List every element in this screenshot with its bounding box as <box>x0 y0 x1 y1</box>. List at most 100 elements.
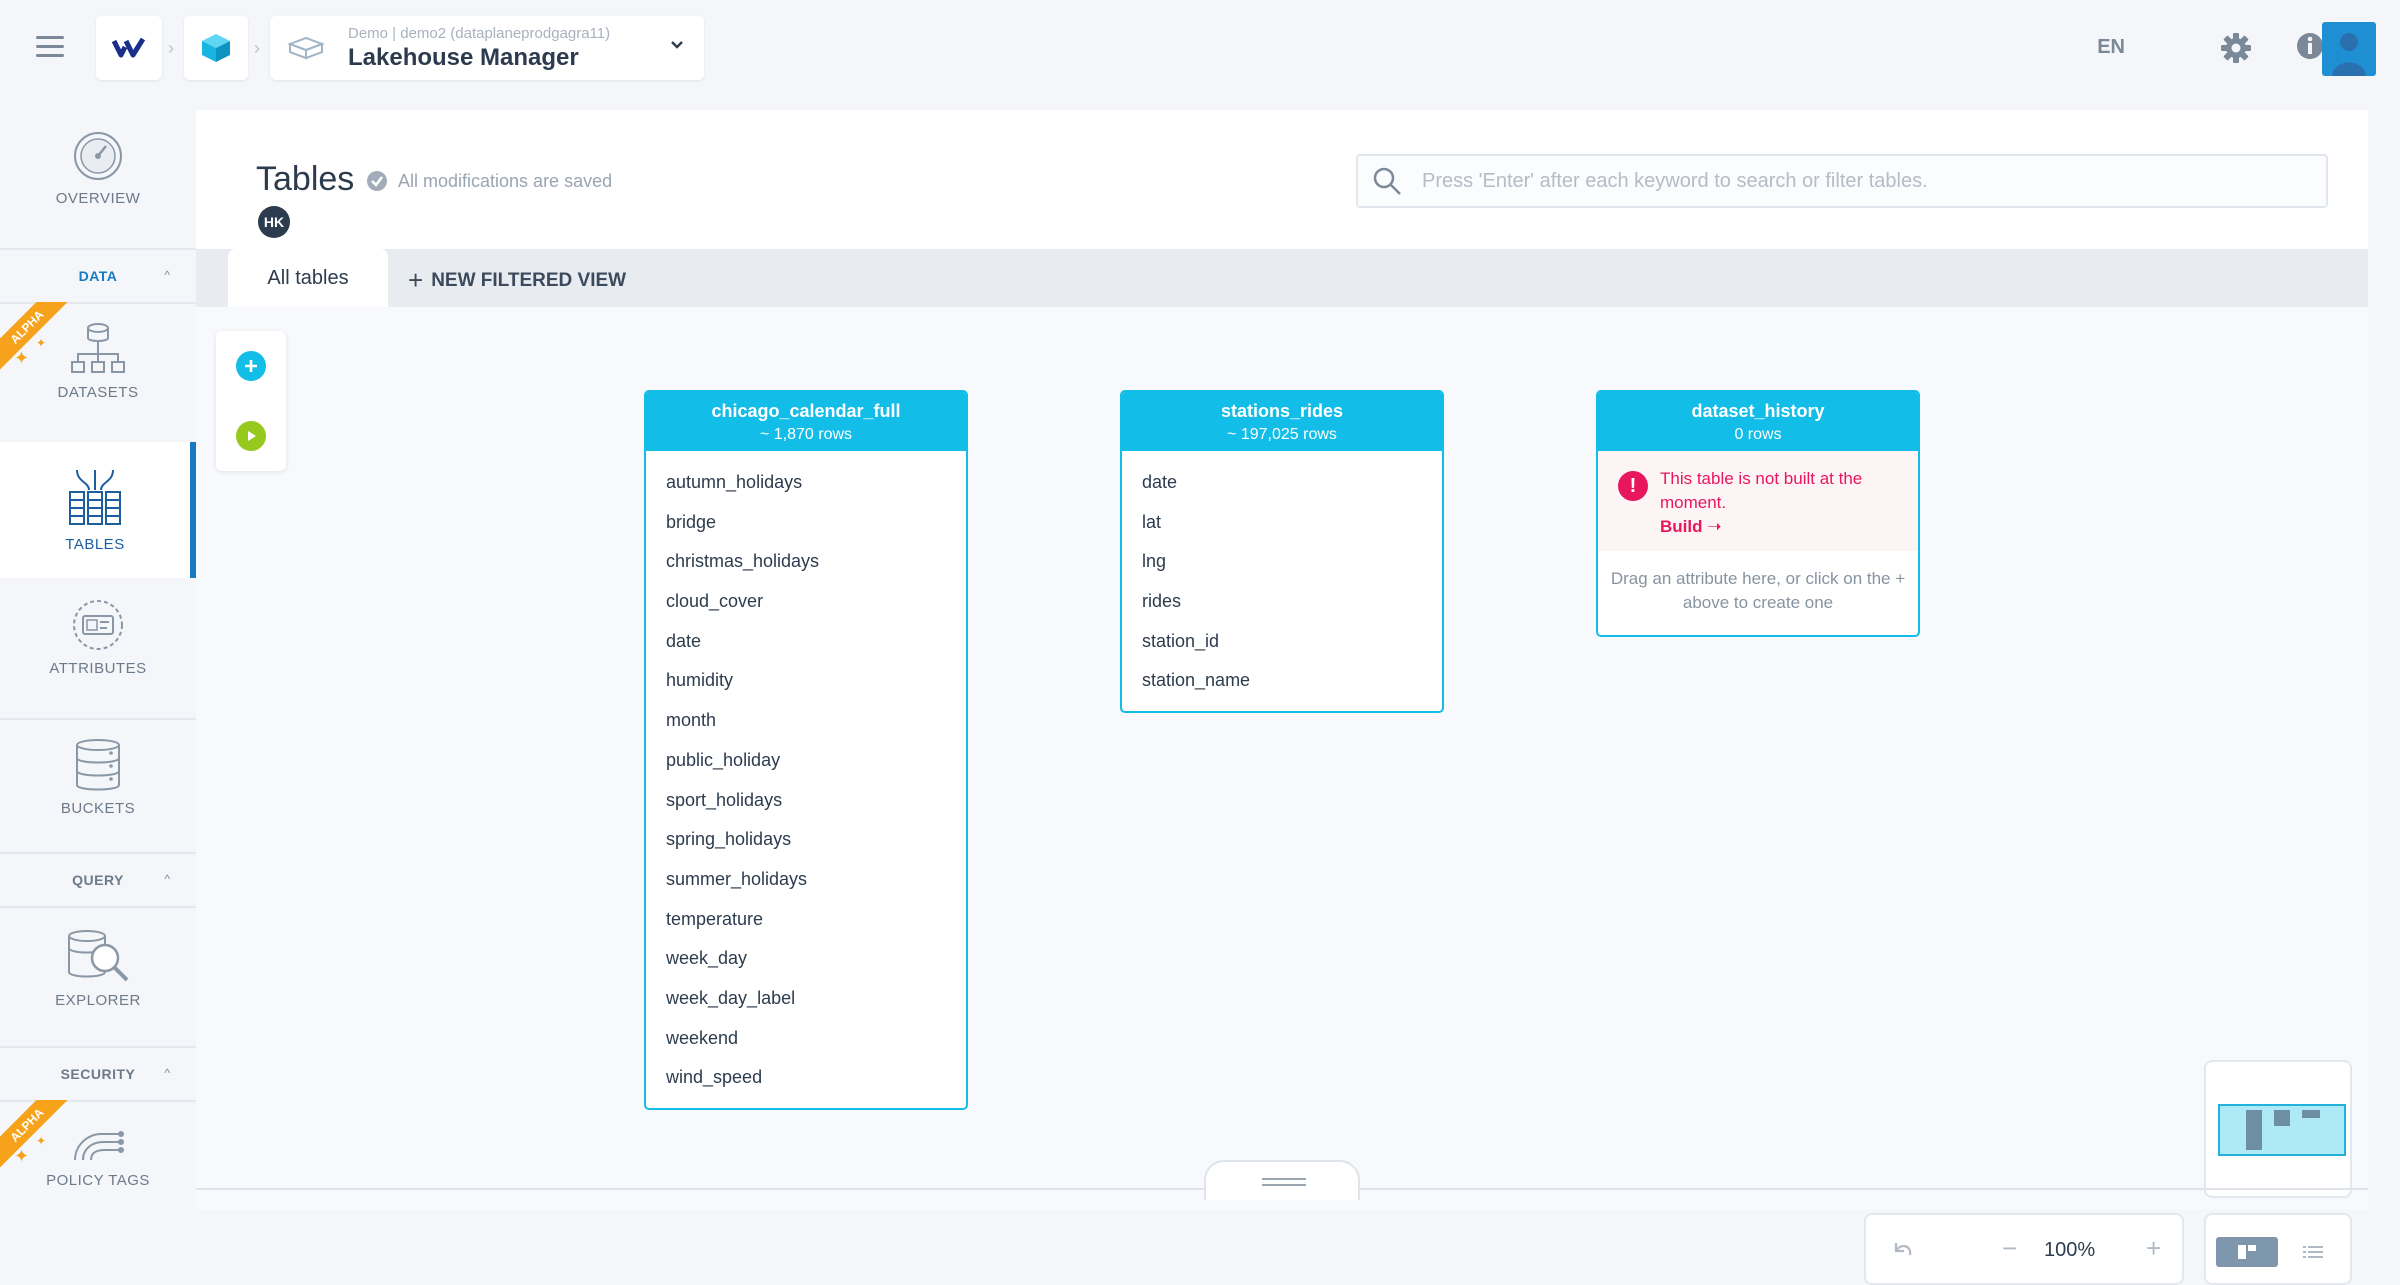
table-card-dataset-history[interactable]: dataset_history 0 rows ! This table is n… <box>1596 390 1920 637</box>
database-stack-icon <box>76 739 120 791</box>
build-label: Build <box>1660 517 1703 536</box>
table-card-header[interactable]: chicago_calendar_full ~ 1,870 rows <box>646 392 966 451</box>
table-column[interactable]: lat <box>1122 503 1442 543</box>
sidebar-item-buckets[interactable]: BUCKETS <box>0 738 196 856</box>
table-column[interactable]: date <box>646 622 966 662</box>
table-column[interactable]: week_day <box>646 939 966 979</box>
list-view-button[interactable] <box>2282 1237 2344 1267</box>
language-selector[interactable]: EN <box>2097 36 2125 59</box>
build-all-button[interactable] <box>236 421 266 451</box>
table-column[interactable]: rides <box>1122 582 1442 622</box>
minimap[interactable] <box>2204 1060 2352 1198</box>
section-header-security[interactable]: SECURITY ^ <box>0 1048 196 1100</box>
table-column[interactable]: cloud_cover <box>646 582 966 622</box>
table-column[interactable]: public_holiday <box>646 741 966 781</box>
table-column[interactable]: station_name <box>1122 661 1442 701</box>
table-column[interactable]: christmas_holidays <box>646 542 966 582</box>
table-row-count: 0 rows <box>1734 426 1782 443</box>
table-column[interactable]: weekend <box>646 1019 966 1059</box>
breadcrumb-separator-icon: › <box>168 38 174 58</box>
table-column[interactable]: sport_holidays <box>646 781 966 821</box>
sidebar-item-label: BUCKETS <box>60 800 136 817</box>
alpha-label: ALPHA <box>0 1100 70 1170</box>
table-card-header[interactable]: stations_rides ~ 197,025 rows <box>1122 392 1442 451</box>
view-tabs: All tables + NEW FILTERED VIEW <box>196 249 2368 307</box>
warning-text: This table is not built at the moment. <box>1660 469 1863 512</box>
table-row-count: ~ 197,025 rows <box>1227 426 1337 443</box>
minimap-viewport[interactable] <box>2218 1104 2346 1156</box>
divider <box>0 906 196 908</box>
not-built-warning: ! This table is not built at the moment.… <box>1598 451 1918 551</box>
table-card-chicago-calendar-full[interactable]: chicago_calendar_full ~ 1,870 rows autum… <box>644 390 968 1110</box>
project-breadcrumb-button[interactable] <box>184 16 248 80</box>
tables-canvas[interactable]: chicago_calendar_full ~ 1,870 rows autum… <box>196 307 2368 1285</box>
view-toggle <box>2204 1213 2352 1285</box>
section-header-data[interactable]: DATA ^ <box>0 250 196 302</box>
build-link[interactable]: Build ➝ <box>1660 517 1904 537</box>
add-table-button[interactable] <box>236 351 266 381</box>
sidebar-item-attributes[interactable]: ATTRIBUTES <box>0 598 196 716</box>
lakehouse-icon <box>287 36 325 60</box>
zoom-out-button[interactable]: − <box>2002 1233 2017 1264</box>
table-column[interactable]: summer_holidays <box>646 860 966 900</box>
cube-icon <box>202 34 230 62</box>
diagram-view-button[interactable] <box>2216 1237 2278 1267</box>
sparkle-icon: ✦ <box>14 1146 30 1166</box>
zoom-controls: − 100% + <box>1864 1213 2184 1285</box>
sidebar-item-explorer[interactable]: EXPLORER <box>0 928 196 1046</box>
chevron-up-icon: ^ <box>164 268 170 282</box>
policy-tags-icon <box>74 1131 124 1161</box>
zoom-in-button[interactable]: + <box>2146 1233 2161 1264</box>
section-title: SECURITY <box>60 1066 136 1082</box>
undo-icon[interactable] <box>1890 1239 1914 1263</box>
menu-icon[interactable] <box>36 36 64 58</box>
new-filtered-view-button[interactable]: + NEW FILTERED VIEW <box>408 265 626 296</box>
brand-logo-icon <box>112 37 146 58</box>
zoom-level: 100% <box>2044 1239 2096 1261</box>
drop-hint-text: Drag an attribute here, or click on the … <box>1610 569 1906 612</box>
drag-handle-icon <box>1262 1178 1306 1180</box>
tab-all-tables[interactable]: All tables <box>228 249 388 307</box>
table-column[interactable]: humidity <box>646 661 966 701</box>
sparkle-icon: ✦ <box>36 336 47 350</box>
logo-home-button[interactable] <box>96 16 162 80</box>
table-column[interactable]: wind_speed <box>646 1058 966 1098</box>
table-column[interactable]: lng <box>1122 542 1442 582</box>
sidebar-item-overview[interactable]: OVERVIEW <box>0 130 196 240</box>
sidebar-item-label: ATTRIBUTES <box>49 660 147 677</box>
sidebar: OVERVIEW DATA ^ DATASETS ALPHA ✦ ✦ TABLE… <box>0 110 196 1210</box>
search-input[interactable] <box>1422 169 2282 193</box>
sidebar-item-label: EXPLORER <box>55 992 141 1009</box>
sparkle-icon: ✦ <box>14 348 30 368</box>
table-name: chicago_calendar_full <box>711 401 901 421</box>
table-column[interactable]: month <box>646 701 966 741</box>
table-column[interactable]: autumn_holidays <box>646 463 966 503</box>
chevron-up-icon: ^ <box>164 872 170 886</box>
user-avatar[interactable] <box>2322 22 2376 76</box>
sidebar-item-tables[interactable]: TABLES <box>0 442 196 578</box>
sidebar-item-label: TABLES <box>65 535 125 553</box>
minimap-table-block <box>2246 1110 2262 1150</box>
gear-icon[interactable] <box>2220 32 2252 64</box>
info-icon[interactable] <box>2296 32 2324 60</box>
dataset-tree-icon <box>71 323 125 373</box>
table-column[interactable]: station_id <box>1122 622 1442 662</box>
table-column[interactable]: temperature <box>646 900 966 940</box>
divider <box>0 718 196 720</box>
table-column[interactable]: date <box>1122 463 1442 503</box>
alpha-label: ALPHA <box>0 302 70 372</box>
sidebar-item-label: POLICY TAGS <box>46 1172 150 1189</box>
table-column[interactable]: week_day_label <box>646 979 966 1019</box>
play-icon <box>248 431 256 441</box>
section-header-query[interactable]: QUERY ^ <box>0 854 196 906</box>
table-column[interactable]: spring_holidays <box>646 820 966 860</box>
table-card-header[interactable]: dataset_history 0 rows <box>1598 392 1918 451</box>
app-switcher[interactable]: Demo | demo2 (dataplaneprodgagra11) Lake… <box>270 16 704 80</box>
breadcrumb-separator-icon: › <box>254 38 260 58</box>
table-row-count: ~ 1,870 rows <box>759 426 853 443</box>
user-initials-badge[interactable]: HK <box>258 206 290 238</box>
chevron-up-icon: ^ <box>164 1066 170 1080</box>
table-card-stations-rides[interactable]: stations_rides ~ 197,025 rows date lat l… <box>1120 390 1444 714</box>
drawer-handle[interactable] <box>1204 1160 1360 1200</box>
table-column[interactable]: bridge <box>646 503 966 543</box>
